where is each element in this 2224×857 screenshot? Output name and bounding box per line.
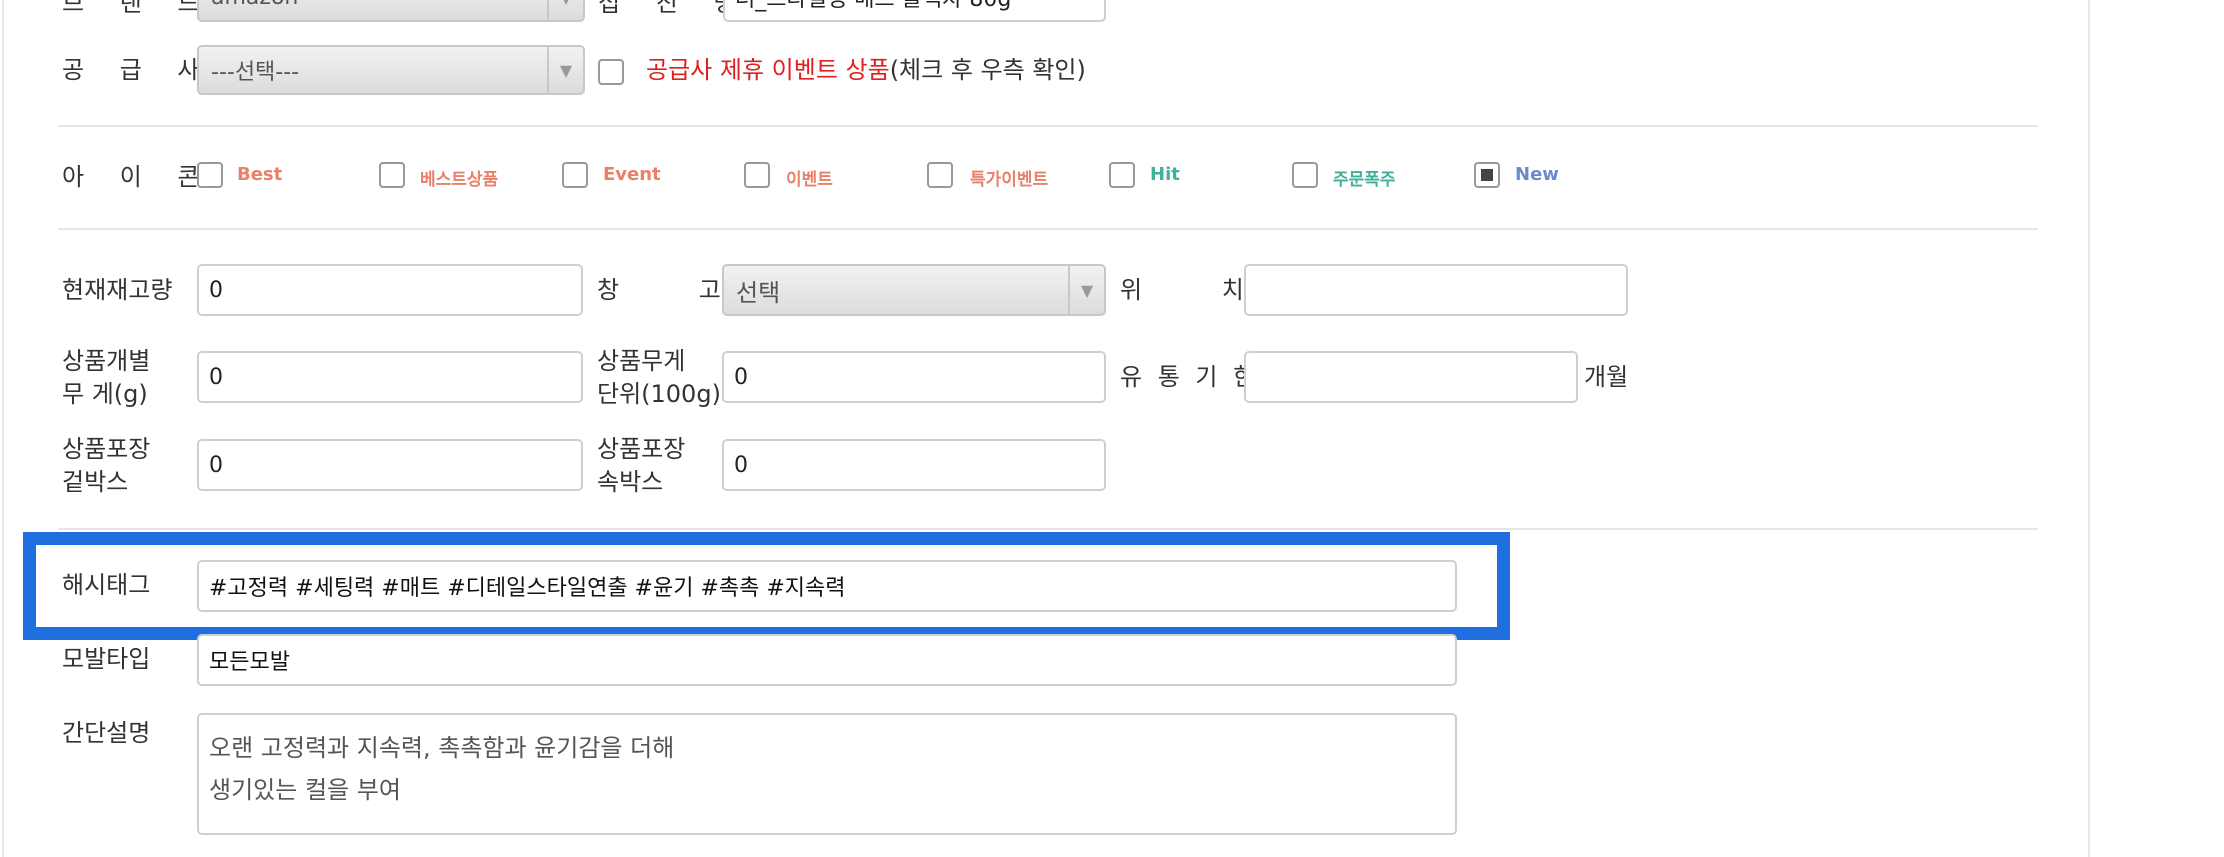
supplier-label: 공 급 사 bbox=[62, 56, 214, 84]
outer-box-input[interactable]: 0 bbox=[197, 439, 583, 491]
display-name-value: 더_스타일링 매트 블랙차 80g bbox=[735, 0, 1011, 13]
stock-value: 0 bbox=[209, 277, 223, 303]
display-name-input[interactable]: 더_스타일링 매트 블랙차 80g bbox=[723, 0, 1106, 22]
hair-type-input[interactable]: 모든모발 bbox=[197, 634, 1457, 686]
chevron-down-icon: ▼ bbox=[547, 0, 583, 20]
weight-unit-label-line2: 단위(100g) bbox=[597, 380, 721, 408]
shelf-life-suffix: 개월 bbox=[1584, 363, 1629, 391]
shelf-life-input[interactable] bbox=[1244, 351, 1578, 403]
hashtag-label: 해시태그 bbox=[62, 571, 151, 599]
shelf-life-label: 유 통 기 한 bbox=[1120, 363, 1260, 391]
unit-weight-input[interactable]: 0 bbox=[197, 351, 583, 403]
icon-checkbox-best[interactable] bbox=[197, 162, 223, 188]
outer-box-value: 0 bbox=[209, 452, 223, 478]
icon-label-new: New bbox=[1515, 164, 1559, 185]
warehouse-select[interactable]: 선택 ▼ bbox=[722, 264, 1106, 316]
hair-type-label: 모발타입 bbox=[62, 645, 151, 673]
icon-checkbox-best-product[interactable] bbox=[379, 162, 405, 188]
icon-label-best-product: 베스트상품 bbox=[420, 170, 499, 190]
short-desc-textarea[interactable]: 오랜 고정력과 지속력, 촉촉함과 윤기감을 더해 생기있는 컬을 부여 bbox=[197, 713, 1457, 835]
inner-box-value: 0 bbox=[734, 452, 748, 478]
supplier-select-value: ---선택--- bbox=[211, 60, 300, 85]
brand-select[interactable]: amazon ▼ bbox=[197, 0, 585, 22]
weight-unit-value: 0 bbox=[734, 364, 748, 390]
inner-box-label-line1: 상품포장 bbox=[597, 435, 686, 463]
inner-box-label-line2: 속박스 bbox=[597, 468, 664, 496]
short-desc-label: 간단설명 bbox=[62, 719, 151, 747]
icon-label-hit: Hit bbox=[1150, 164, 1180, 185]
stock-label: 현재재고량 bbox=[62, 276, 173, 304]
partner-event-text: 공급사 제휴 이벤트 상품(체크 후 우측 확인) bbox=[646, 55, 1086, 85]
hair-type-value: 모든모발 bbox=[209, 650, 290, 675]
outer-box-label-line1: 상품포장 bbox=[62, 435, 151, 463]
icon-checkbox-event-kr[interactable] bbox=[744, 162, 770, 188]
divider bbox=[58, 125, 2038, 127]
stock-input[interactable]: 0 bbox=[197, 264, 583, 316]
partner-event-checkbox[interactable] bbox=[598, 59, 624, 85]
icon-label-event-kr: 이벤트 bbox=[786, 170, 833, 190]
icon-label-event: Event bbox=[603, 164, 661, 185]
short-desc-line2: 생기있는 컬을 부여 bbox=[209, 776, 401, 804]
icon-checkbox-event[interactable] bbox=[562, 162, 588, 188]
short-desc-line1: 오랜 고정력과 지속력, 촉촉함과 윤기감을 더해 bbox=[209, 734, 675, 762]
icon-label-order-rush: 주문폭주 bbox=[1333, 170, 1396, 190]
icon-label-special-event: 특가이벤트 bbox=[970, 170, 1049, 190]
chevron-down-icon: ▼ bbox=[547, 47, 583, 93]
inner-box-input[interactable]: 0 bbox=[722, 439, 1106, 491]
weight-unit-label-line1: 상품무게 bbox=[597, 347, 686, 375]
divider bbox=[58, 228, 2038, 230]
icon-label: 아 이 콘 bbox=[62, 163, 214, 191]
weight-unit-input[interactable]: 0 bbox=[722, 351, 1106, 403]
brand-label: 브 랜 드 bbox=[62, 0, 214, 17]
icon-checkbox-order-rush[interactable] bbox=[1292, 162, 1318, 188]
icon-label-best: Best bbox=[237, 164, 283, 185]
unit-weight-label-line2: 무 게(g) bbox=[62, 380, 148, 408]
icon-checkbox-new[interactable] bbox=[1474, 162, 1500, 188]
icon-checkbox-hit[interactable] bbox=[1109, 162, 1135, 188]
unit-weight-label-line1: 상품개별 bbox=[62, 347, 151, 375]
left-border bbox=[2, 0, 4, 857]
brand-select-value: amazon bbox=[211, 0, 298, 10]
divider bbox=[58, 528, 2038, 530]
icon-checkbox-special-event[interactable] bbox=[927, 162, 953, 188]
right-border bbox=[2088, 0, 2090, 857]
location-input[interactable] bbox=[1244, 264, 1628, 316]
outer-box-label-line2: 겉박스 bbox=[62, 468, 129, 496]
partner-event-label: 공급사 제휴 이벤트 상품 bbox=[646, 56, 890, 84]
hashtag-value: #고정력 #세팅력 #매트 #디테일스타일연출 #윤기 #촉촉 #지속력 bbox=[209, 576, 846, 601]
warehouse-select-value: 선택 bbox=[736, 278, 781, 307]
hashtag-input[interactable]: #고정력 #세팅력 #매트 #디테일스타일연출 #윤기 #촉촉 #지속력 bbox=[197, 560, 1457, 612]
partner-event-note: (체크 후 우측 확인) bbox=[889, 56, 1086, 84]
unit-weight-value: 0 bbox=[209, 364, 223, 390]
supplier-select[interactable]: ---선택--- ▼ bbox=[197, 45, 585, 95]
chevron-down-icon: ▼ bbox=[1068, 266, 1104, 314]
